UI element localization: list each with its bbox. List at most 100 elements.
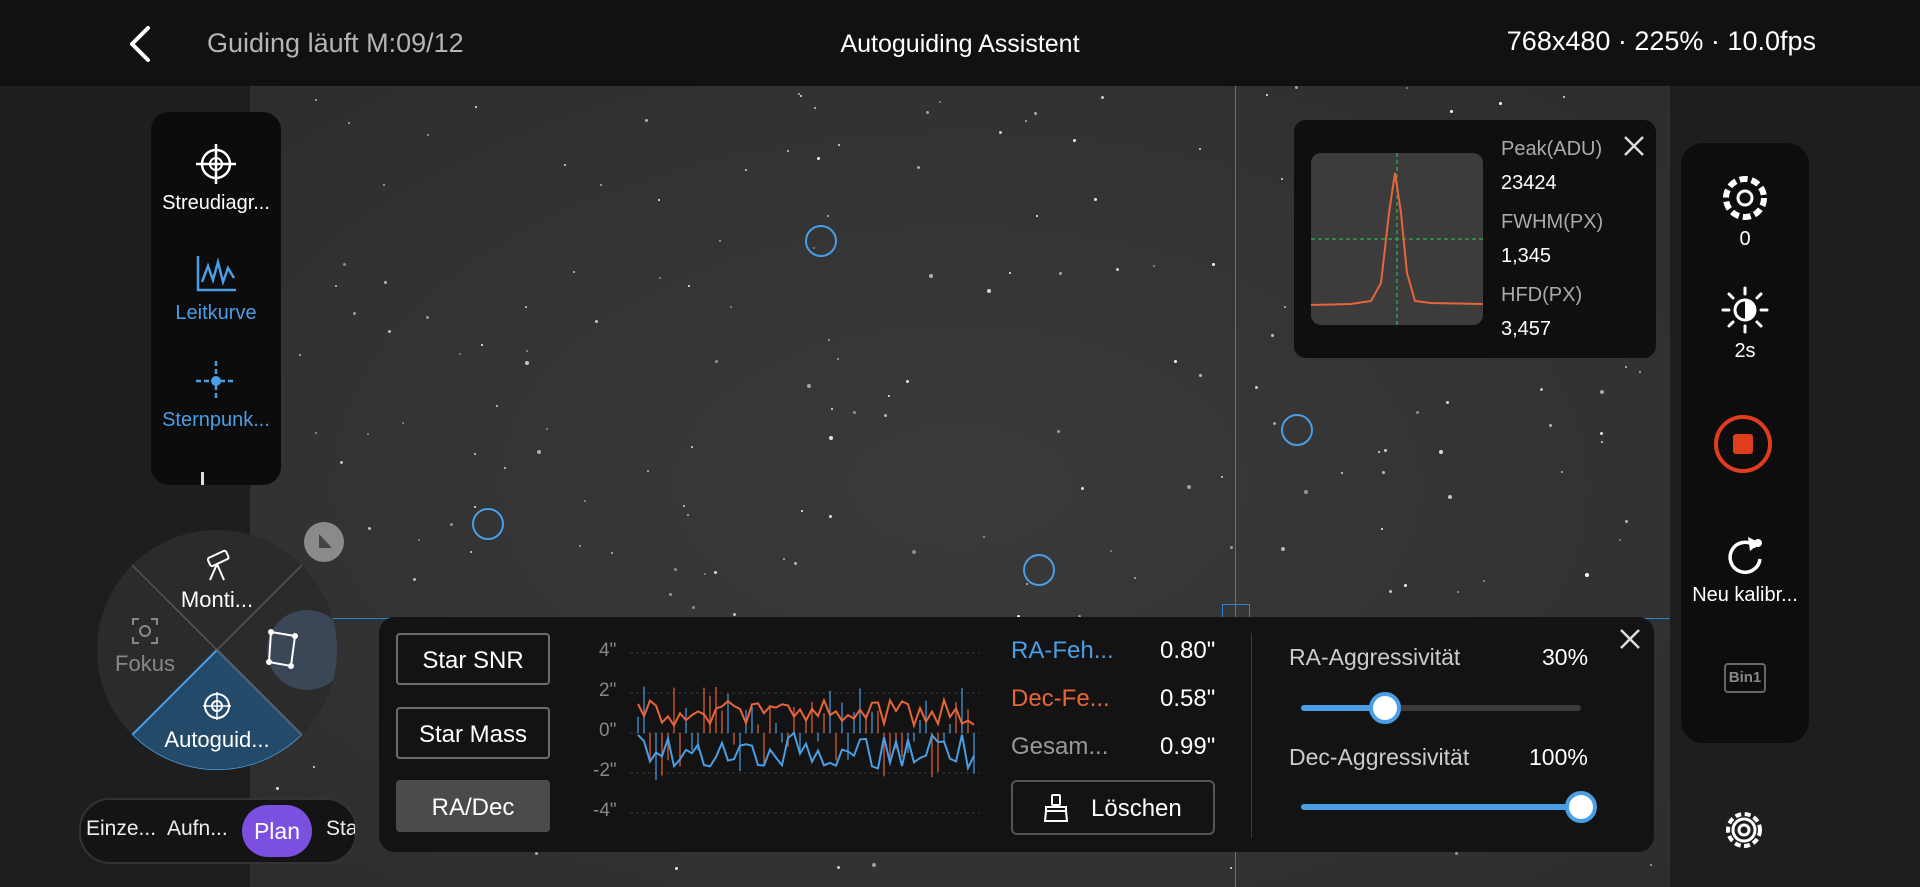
background-star [1448,495,1452,499]
radial-focus-item[interactable]: Fokus [103,616,187,677]
close-icon [1620,629,1640,649]
background-star [383,184,385,186]
radial-mount-item[interactable]: Monti... [157,548,277,613]
background-star [829,515,832,518]
background-star [595,320,598,323]
ra-dec-button[interactable]: RA/Dec [396,780,550,832]
background-star [1416,411,1419,414]
stop-guiding-button[interactable] [1714,415,1772,473]
background-star [1389,590,1392,593]
background-star [475,106,477,108]
background-star [715,360,718,363]
background-star [829,436,833,440]
guide-star-marker[interactable] [472,508,504,540]
radial-mount-label: Monti... [180,587,254,612]
background-star [1212,263,1215,266]
guide-star-marker[interactable] [805,225,837,257]
background-star [929,274,933,278]
y-tick-minus4: -4" [593,800,617,821]
background-star [647,470,649,472]
background-star [413,578,416,581]
radial-autoguide-label: Autoguid... [164,727,270,752]
background-star [817,157,820,160]
gear-icon [1726,812,1762,848]
background-star [1625,520,1628,523]
background-star [687,514,689,516]
background-star [801,510,803,512]
background-star [402,422,404,424]
background-star [426,316,429,319]
background-star [838,144,840,146]
exposure-control[interactable]: 2s [1681,285,1809,363]
tab-plan[interactable]: Plan [242,805,312,857]
background-star [714,571,717,574]
background-star [983,536,985,538]
gain-control[interactable]: 0 [1681,173,1809,251]
total-error-label: Gesam... [1011,733,1109,760]
background-star [1378,451,1380,453]
tool-guide-curve-label: Leitkurve [175,302,257,324]
background-star [525,306,527,308]
star-mass-button[interactable]: Star Mass [396,707,550,759]
polygon-frame-icon [266,629,298,669]
bin-badge[interactable]: Bin1 [1724,663,1766,693]
dec-aggr-knob[interactable] [1565,791,1597,823]
radial-autoguide-item[interactable]: Autoguid... [157,690,277,753]
background-star [1601,441,1603,443]
guide-error-graph [630,652,980,814]
background-star [600,184,602,186]
background-star [688,285,690,287]
star-snr-button[interactable]: Star SNR [396,633,550,685]
ra-aggr-knob[interactable] [1369,692,1401,724]
background-star [912,550,916,554]
total-error-value: 0.99" [1160,733,1216,760]
dec-error-label: Dec-Fe... [1011,685,1110,712]
gain-dial-icon [1723,176,1767,220]
star-point-icon [196,361,236,401]
background-star [343,263,346,266]
settings-button[interactable] [1718,804,1770,856]
background-star [659,277,661,279]
clear-button[interactable]: Löschen [1011,780,1215,835]
background-star [450,523,453,526]
ra-error-trace [637,731,975,772]
close-guide-panel-button[interactable] [1616,625,1644,653]
background-star [704,573,706,575]
hfd-value: 3,457 [1501,318,1552,340]
guide-graph-panel: Star SNR Star Mass RA/Dec 4" 2" 0" -2" -… [379,617,1654,852]
background-star [939,101,941,103]
background-star [1625,366,1627,368]
background-star [1059,272,1062,275]
guide-star-marker[interactable] [1281,414,1313,446]
tab-stack[interactable]: Sta [326,817,355,841]
exposure-sun-icon [1721,286,1769,334]
tab-capture[interactable]: Aufn... [167,817,228,841]
tool-star-point[interactable]: Sternpunk... [151,359,281,432]
background-star [1199,374,1202,377]
background-star [474,453,476,455]
guide-star-marker[interactable] [1023,554,1055,586]
background-star [276,787,279,790]
tool-guide-curve[interactable]: Leitkurve [151,252,281,325]
background-star [999,131,1002,134]
background-star [1404,584,1407,587]
background-star [1187,485,1191,489]
tab-single[interactable]: Einze... [86,817,156,841]
background-star [1619,539,1621,541]
background-star [1650,864,1652,866]
crosshair-target-icon [196,144,236,184]
background-star [1446,401,1449,404]
background-star [1009,272,1011,274]
background-star [827,215,829,217]
background-star [1266,94,1268,96]
background-star [1026,583,1028,585]
mode-tab-bar: Einze... Aufn... Plan Sta [79,798,357,864]
close-stats-button[interactable] [1620,132,1648,160]
radial-framing-item[interactable] [265,628,305,675]
recalibrate-button[interactable]: Neu kalibr... [1681,533,1809,607]
tool-scatter-plot[interactable]: Streudiagr... [151,142,281,215]
background-star [1081,487,1084,490]
close-icon [1624,136,1644,156]
background-star [1304,490,1308,494]
background-star [1230,867,1232,869]
